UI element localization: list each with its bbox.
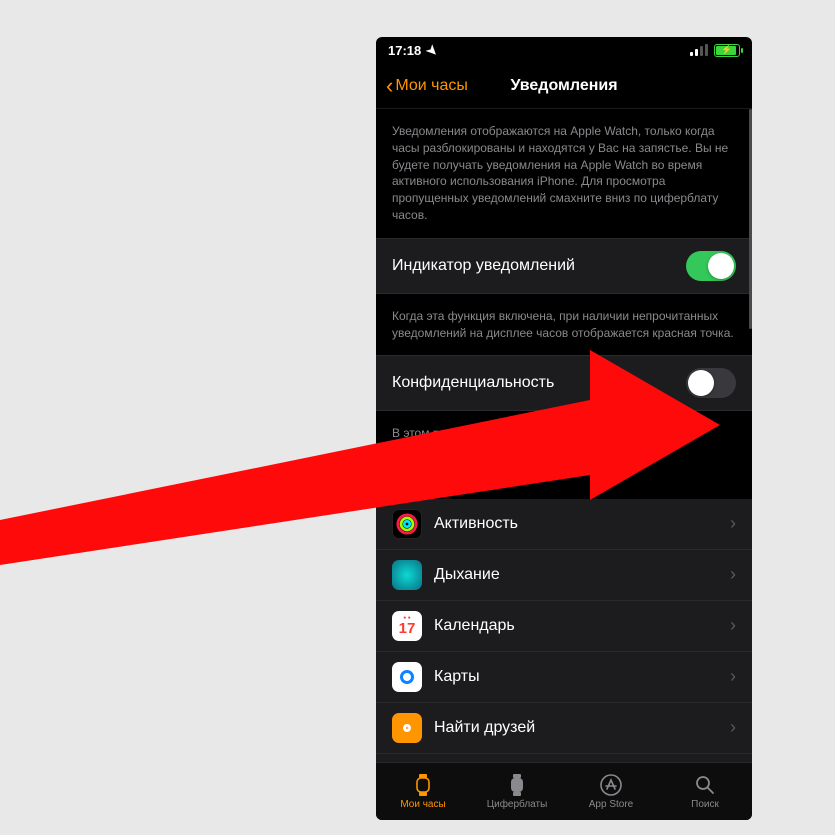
- notification-indicator-label: Индикатор уведомлений: [392, 257, 686, 275]
- app-label: Активность: [434, 515, 718, 533]
- app-store-icon: [599, 773, 623, 797]
- watch-icon: [411, 773, 435, 797]
- find-friends-icon: [392, 713, 422, 743]
- app-row-breathe[interactable]: Дыхание ›: [376, 550, 752, 601]
- tab-bar: Мои часы Циферблаты App Store Поиск: [376, 762, 752, 820]
- watch-face-icon: [505, 773, 529, 797]
- tab-label: App Store: [589, 799, 633, 810]
- calendar-icon: ● ●17: [392, 611, 422, 641]
- chevron-right-icon: ›: [730, 666, 736, 687]
- app-row-reminders[interactable]: Напоминания ›: [376, 754, 752, 762]
- app-label: Карты: [434, 668, 718, 686]
- chevron-left-icon: ‹: [386, 75, 393, 97]
- tab-label: Мои часы: [400, 799, 445, 810]
- cellular-icon: [690, 44, 708, 56]
- chevron-right-icon: ›: [730, 564, 736, 585]
- app-row-calendar[interactable]: ● ●17 Календарь ›: [376, 601, 752, 652]
- app-label: Найти друзей: [434, 719, 718, 737]
- location-icon: ➤: [424, 42, 441, 59]
- tab-my-watch[interactable]: Мои часы: [376, 763, 470, 820]
- app-row-activity[interactable]: Активность ›: [376, 499, 752, 550]
- tab-watch-faces[interactable]: Циферблаты: [470, 763, 564, 820]
- breathe-icon: [392, 560, 422, 590]
- tab-app-store[interactable]: App Store: [564, 763, 658, 820]
- status-icons: ⚡: [690, 44, 740, 57]
- privacy-row: Конфиденциальность: [376, 355, 752, 411]
- nav-bar: ‹ Мои часы Уведомления: [376, 63, 752, 109]
- privacy-toggle[interactable]: [686, 368, 736, 398]
- tab-label: Поиск: [691, 799, 719, 810]
- back-label: Мои часы: [395, 77, 468, 95]
- intro-description: Уведомления отображаются на Apple Watch,…: [376, 109, 752, 238]
- privacy-label: Конфиденциальность: [392, 374, 686, 392]
- scroll-thumb[interactable]: [749, 109, 752, 329]
- privacy-description: В этом режиме подробности уведомления не…: [376, 411, 752, 473]
- status-time: 17:18: [388, 43, 421, 58]
- maps-icon: [392, 662, 422, 692]
- status-time-group: 17:18 ➤: [388, 43, 438, 58]
- app-label: Дыхание: [434, 566, 718, 584]
- chevron-right-icon: ›: [730, 717, 736, 738]
- app-label: Календарь: [434, 617, 718, 635]
- tab-search[interactable]: Поиск: [658, 763, 752, 820]
- phone-frame: 17:18 ➤ ⚡ ‹ Мои часы Уведомления Уведомл…: [376, 37, 752, 820]
- notification-indicator-toggle[interactable]: [686, 251, 736, 281]
- search-icon: [693, 773, 717, 797]
- app-row-maps[interactable]: Карты ›: [376, 652, 752, 703]
- tab-label: Циферблаты: [487, 799, 548, 810]
- notification-indicator-description: Когда эта функция включена, при наличии …: [376, 294, 752, 356]
- scroll-track: [749, 109, 752, 762]
- status-bar: 17:18 ➤ ⚡: [376, 37, 752, 63]
- chevron-right-icon: ›: [730, 615, 736, 636]
- notification-indicator-row: Индикатор уведомлений: [376, 238, 752, 294]
- activity-icon: [392, 509, 422, 539]
- calendar-day: 17: [399, 621, 416, 636]
- back-button[interactable]: ‹ Мои часы: [386, 75, 468, 97]
- content-scroll[interactable]: Уведомления отображаются на Apple Watch,…: [376, 109, 752, 762]
- battery-icon: ⚡: [714, 44, 740, 57]
- app-row-find-friends[interactable]: Найти друзей ›: [376, 703, 752, 754]
- chevron-right-icon: ›: [730, 513, 736, 534]
